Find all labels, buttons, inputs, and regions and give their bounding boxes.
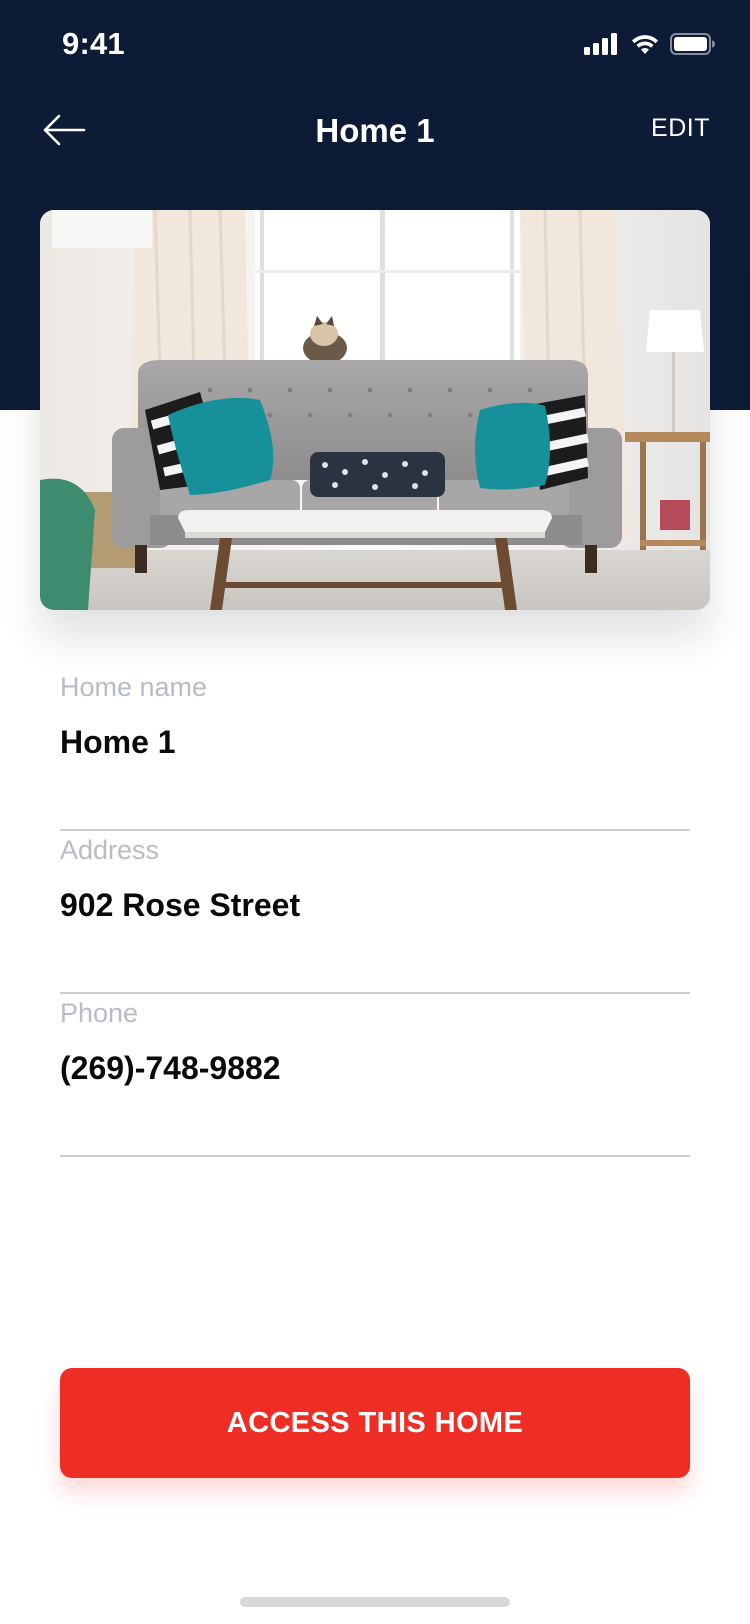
page-title: Home 1 [315,112,435,149]
wifi-icon [630,33,660,55]
battery-icon [670,33,716,55]
phone-label: Phone [60,998,139,1028]
navigation-bar: Home 1 EDIT [0,98,750,168]
access-home-button[interactable]: ACCESS THIS HOME [60,1368,690,1478]
home-name-field[interactable]: Home name Home 1 [60,668,690,831]
phone-value[interactable]: (269)-748-9882 [60,1050,281,1087]
home-name-value[interactable]: Home 1 [60,724,176,761]
living-room-sofa-photo [40,210,710,610]
phone-field[interactable]: Phone (269)-748-9882 [60,994,690,1157]
address-field[interactable]: Address 902 Rose Street [60,831,690,994]
status-icons [584,33,716,55]
cellular-signal-icon [584,33,620,55]
address-value[interactable]: 902 Rose Street [60,887,300,924]
home-photo [40,210,710,610]
home-details-form: Home name Home 1 Address 902 Rose Street… [60,668,690,1157]
status-time: 9:41 [62,26,125,61]
status-bar: 9:41 [0,0,750,90]
address-label: Address [60,835,160,865]
home-name-label: Home name [60,672,208,702]
home-indicator [240,1597,510,1607]
edit-button[interactable]: EDIT [651,114,710,143]
